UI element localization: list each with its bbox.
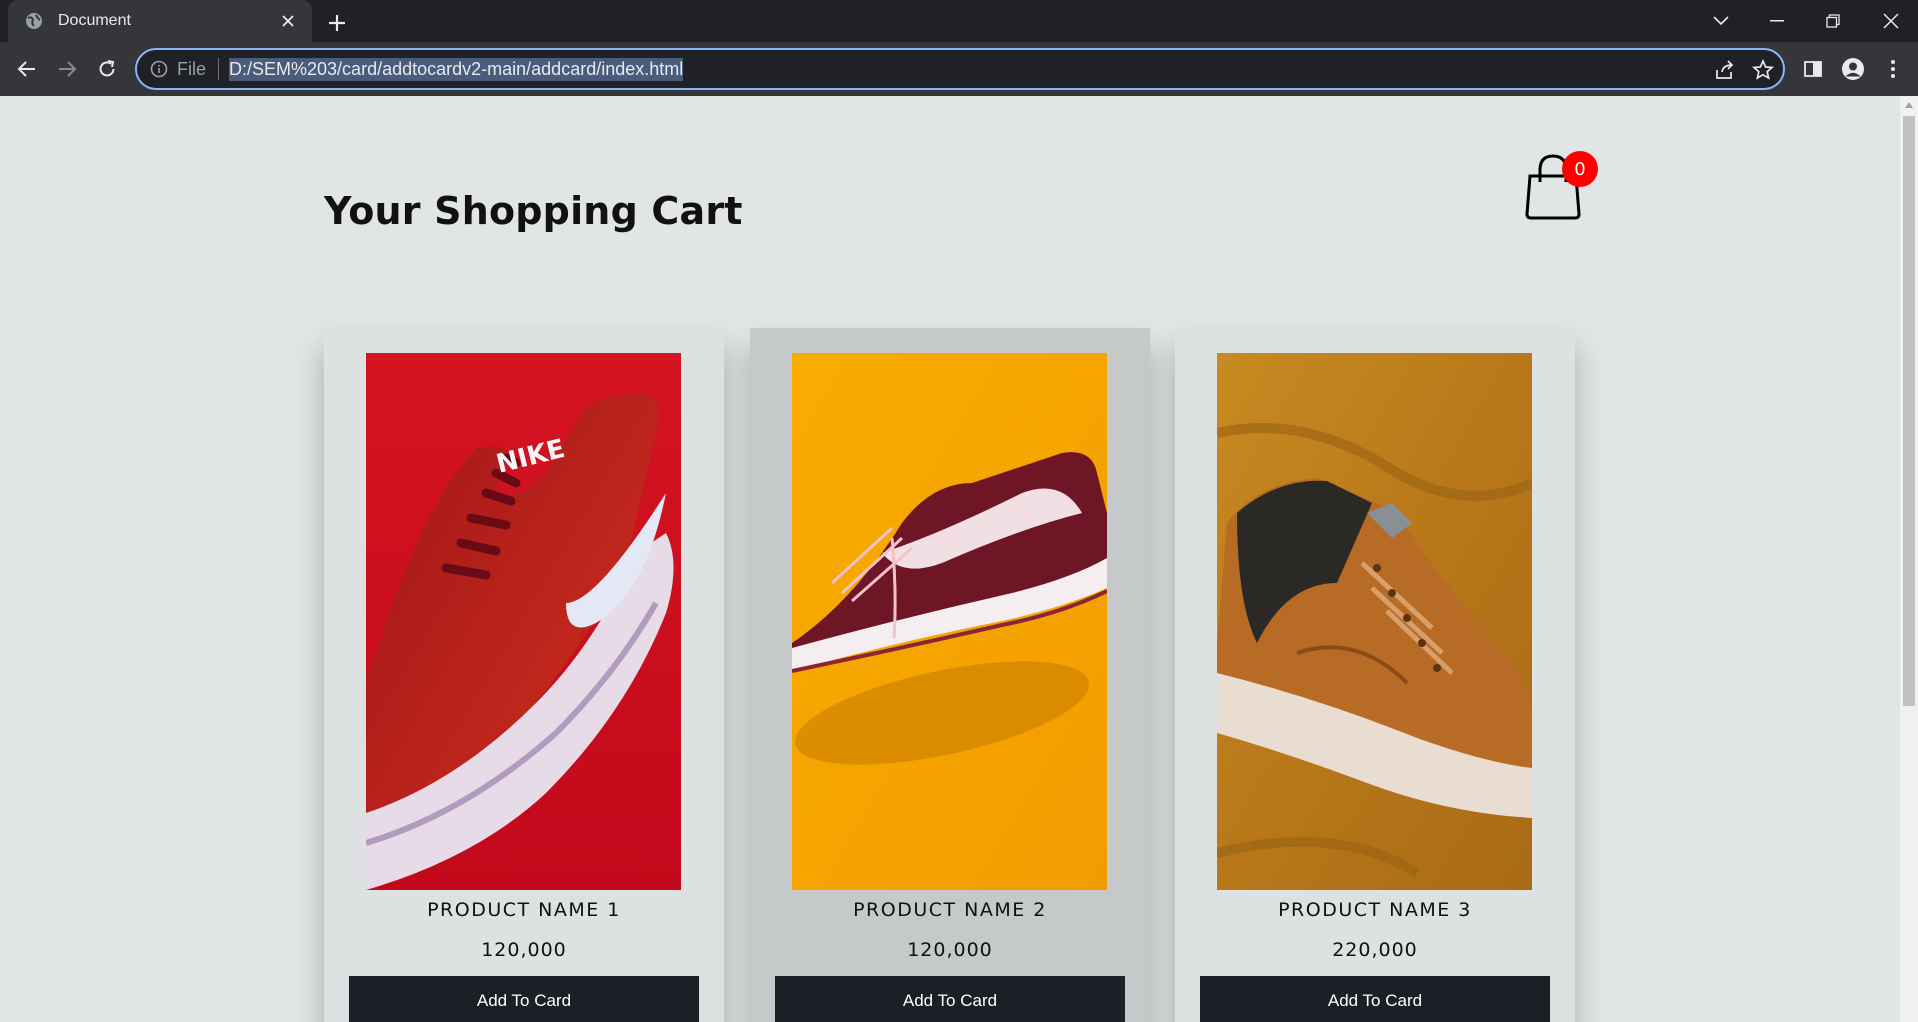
tan-carhartt-sneaker-image	[1217, 353, 1532, 890]
page-viewport: Your Shopping Cart 0 NIKE PRODUCT NAME 1…	[0, 96, 1900, 1022]
bookmark-star-icon[interactable]	[1751, 58, 1775, 82]
cart-count-badge: 0	[1562, 151, 1598, 187]
scroll-up-arrow-icon[interactable]	[1905, 102, 1913, 108]
product-price: 120,000	[907, 939, 993, 961]
address-bar[interactable]: File D:/SEM%203/card/addtocardv2-main/ad…	[135, 48, 1785, 90]
add-to-cart-button[interactable]: Add To Card	[349, 976, 699, 1022]
product-name: PRODUCT NAME 1	[427, 899, 621, 921]
product-card-3: PRODUCT NAME 3 220,000 Add To Card	[1175, 328, 1575, 1022]
address-url-text[interactable]: D:/SEM%203/card/addtocardv2-main/addcard…	[229, 57, 684, 81]
product-card-2: PRODUCT NAME 2 120,000 Add To Card	[750, 328, 1150, 1022]
restore-icon[interactable]	[1818, 6, 1848, 36]
scrollbar-thumb[interactable]	[1903, 116, 1915, 706]
page-scrollbar[interactable]	[1900, 96, 1918, 1022]
tab-search-chevron-down-icon[interactable]	[1706, 6, 1736, 36]
add-to-cart-button[interactable]: Add To Card	[775, 976, 1125, 1022]
maroon-vans-sneaker-image	[792, 353, 1107, 890]
browser-toolbar: File D:/SEM%203/card/addtocardv2-main/ad…	[0, 42, 1918, 96]
add-to-cart-button[interactable]: Add To Card	[1200, 976, 1550, 1022]
product-name: PRODUCT NAME 3	[1278, 899, 1472, 921]
browser-tabstrip: Document	[0, 0, 1918, 42]
back-arrow-icon[interactable]	[11, 53, 43, 85]
reload-icon[interactable]	[91, 53, 123, 85]
share-icon[interactable]	[1713, 58, 1737, 82]
product-card-1: NIKE PRODUCT NAME 1 120,000 Add To Card	[324, 328, 724, 1022]
tab-title: Document	[58, 12, 131, 29]
address-divider	[218, 58, 220, 80]
browser-tab-active[interactable]: Document	[8, 0, 312, 42]
product-price: 220,000	[1332, 939, 1418, 961]
red-nike-sneaker-image: NIKE	[366, 353, 681, 890]
minimize-icon[interactable]	[1762, 6, 1792, 36]
info-icon[interactable]	[149, 59, 169, 79]
profile-avatar-icon[interactable]	[1837, 53, 1869, 85]
side-panel-icon[interactable]	[1797, 53, 1829, 85]
product-name: PRODUCT NAME 2	[853, 899, 1047, 921]
globe-icon	[24, 11, 44, 31]
page-title: Your Shopping Cart	[324, 189, 743, 233]
window-close-icon[interactable]	[1876, 6, 1906, 36]
kebab-menu-icon[interactable]	[1877, 53, 1909, 85]
address-scheme-label: File	[177, 58, 207, 79]
close-icon[interactable]	[276, 9, 300, 33]
new-tab-plus-icon[interactable]	[322, 8, 352, 38]
product-price: 120,000	[481, 939, 567, 961]
forward-arrow-icon[interactable]	[51, 53, 83, 85]
